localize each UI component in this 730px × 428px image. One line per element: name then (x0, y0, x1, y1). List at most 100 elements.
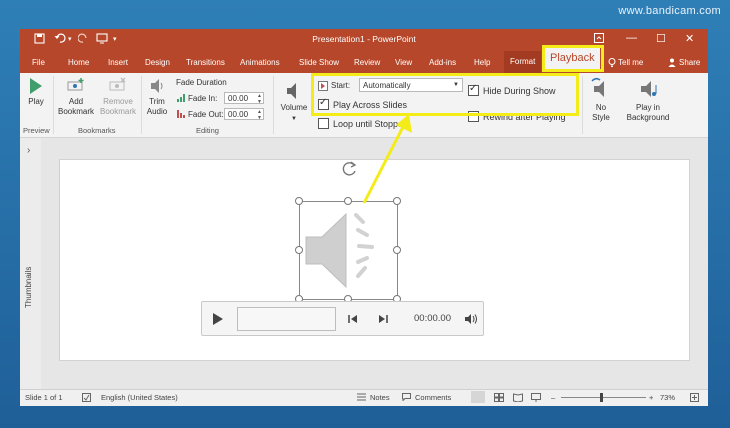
tab-slide-show[interactable]: Slide Show (299, 58, 339, 67)
share-icon[interactable] (668, 58, 676, 69)
playback-tab-highlight (542, 45, 604, 72)
group-divider (273, 76, 274, 134)
no-style-label-2: Style (592, 113, 610, 122)
player-volume-icon[interactable] (464, 313, 478, 327)
skip-forward-icon[interactable] (378, 314, 388, 326)
resize-handle[interactable] (393, 246, 401, 254)
volume-icon (287, 83, 296, 99)
window-title: Presentation1 - PowerPoint (312, 34, 416, 44)
tab-view[interactable]: View (395, 58, 412, 67)
play-in-background-button[interactable]: Play in Background (620, 77, 676, 123)
zoom-in-icon[interactable]: + (649, 393, 653, 402)
tab-animations[interactable]: Animations (240, 58, 280, 67)
volume-label: Volume (280, 103, 308, 112)
fade-in-value: 00.00 (228, 94, 249, 103)
rotate-handle-icon[interactable] (340, 159, 360, 179)
group-divider (141, 76, 142, 134)
language-status[interactable]: English (United States) (101, 393, 178, 402)
zoom-slider-thumb[interactable] (600, 393, 603, 402)
zoom-slider[interactable] (561, 397, 646, 398)
tab-insert[interactable]: Insert (108, 58, 128, 67)
skip-back-icon[interactable] (348, 314, 358, 326)
spellcheck-icon[interactable] (82, 393, 91, 404)
normal-view-icon[interactable] (471, 391, 485, 403)
checkbox-icon (318, 118, 329, 129)
slideshow-view-icon[interactable] (531, 393, 541, 404)
thumbnails-pane[interactable]: › Thumbnails (20, 138, 42, 389)
trim-audio-icon (151, 79, 163, 93)
slide-sorter-icon[interactable] (494, 393, 504, 404)
fit-to-window-icon[interactable] (690, 393, 699, 404)
notes-button[interactable]: Notes (370, 393, 390, 402)
resize-handle[interactable] (295, 246, 303, 254)
player-progress-bar[interactable] (237, 307, 336, 331)
editing-group-label: Editing (196, 126, 219, 135)
tab-design[interactable]: Design (145, 58, 170, 67)
ribbon-display-options-icon[interactable] (594, 33, 604, 45)
trim-audio-button[interactable]: Trim Audio (143, 77, 171, 117)
play-button[interactable]: Play (26, 77, 46, 107)
tab-transitions[interactable]: Transitions (186, 58, 225, 67)
comments-icon[interactable] (402, 393, 411, 403)
expand-thumbnails-icon[interactable]: › (27, 145, 30, 156)
lightbulb-icon (608, 58, 616, 69)
fade-out-label: Fade Out: (188, 110, 224, 119)
add-bookmark-button[interactable]: Add Bookmark (56, 77, 96, 117)
player-play-icon[interactable] (212, 312, 224, 328)
spin-arrows-icon[interactable]: ▲ ▼ (257, 109, 262, 121)
speaker-icon (305, 212, 374, 289)
fade-duration-label: Fade Duration (176, 78, 227, 87)
tab-help[interactable]: Help (474, 58, 490, 67)
group-divider (53, 76, 54, 134)
minimize-button[interactable]: — (626, 32, 637, 44)
fade-in-input[interactable]: 00.00 ▲ ▼ (224, 92, 264, 105)
tab-add-ins[interactable]: Add-ins (429, 58, 456, 67)
trim-label-1: Trim (149, 97, 165, 106)
trim-label-2: Audio (146, 107, 168, 116)
share-button[interactable]: Share (679, 58, 700, 67)
tab-file[interactable]: File (32, 58, 45, 67)
comments-button[interactable]: Comments (415, 393, 451, 402)
close-button[interactable]: ✕ (685, 32, 694, 45)
tab-home[interactable]: Home (68, 58, 89, 67)
remove-bookmark-label-2: Bookmark (99, 107, 136, 116)
fade-out-icon (177, 110, 186, 120)
volume-dropdown-icon: ▼ (291, 116, 297, 122)
remove-bookmark-label-1: Remove (103, 97, 133, 106)
play-in-background-label-2: Background (626, 113, 670, 122)
group-divider (582, 76, 583, 134)
add-bookmark-label-2: Bookmark (57, 107, 94, 116)
bandicam-watermark: www.bandicam.com (618, 5, 721, 17)
remove-bookmark-icon (109, 77, 126, 91)
no-style-icon (591, 77, 604, 97)
tab-format[interactable]: Format (504, 51, 542, 73)
callout-arrow-icon (362, 114, 412, 204)
thumbnails-label: Thumbnails (24, 266, 33, 308)
play-in-background-icon (641, 81, 657, 97)
no-style-label-1: No (595, 103, 607, 112)
spin-arrows-icon[interactable]: ▲ ▼ (257, 93, 262, 105)
notes-icon[interactable] (357, 393, 366, 403)
restore-button[interactable]: ☐ (656, 32, 666, 45)
zoom-out-icon[interactable]: – (551, 393, 555, 402)
remove-bookmark-button[interactable]: Remove Bookmark (98, 77, 138, 117)
powerpoint-window: ▾ ▾ Presentation1 - PowerPoint — ☐ ✕ Fil… (20, 29, 708, 406)
status-bar: Slide 1 of 1 English (United States) Not… (20, 389, 708, 406)
audio-options-highlight (311, 73, 579, 116)
preview-group-label: Preview (23, 126, 50, 135)
zoom-level[interactable]: 73% (660, 393, 675, 402)
add-bookmark-label-1: Add (68, 97, 84, 106)
add-bookmark-icon (67, 78, 84, 91)
audio-object[interactable] (299, 201, 398, 300)
resize-handle[interactable] (344, 197, 352, 205)
resize-handle[interactable] (295, 197, 303, 205)
fade-out-input[interactable]: 00.00 ▲ ▼ (224, 108, 264, 121)
slide-count: Slide 1 of 1 (25, 393, 63, 402)
fade-in-label: Fade In: (188, 94, 218, 103)
no-style-button[interactable]: No Style (586, 77, 616, 123)
tell-me-search[interactable]: Tell me (618, 58, 643, 67)
volume-button[interactable]: Volume ▼ (277, 81, 311, 124)
reading-view-icon[interactable] (513, 393, 523, 404)
ribbon-tabs: File Home Insert Design Transitions Anim… (20, 47, 708, 73)
tab-review[interactable]: Review (354, 58, 380, 67)
